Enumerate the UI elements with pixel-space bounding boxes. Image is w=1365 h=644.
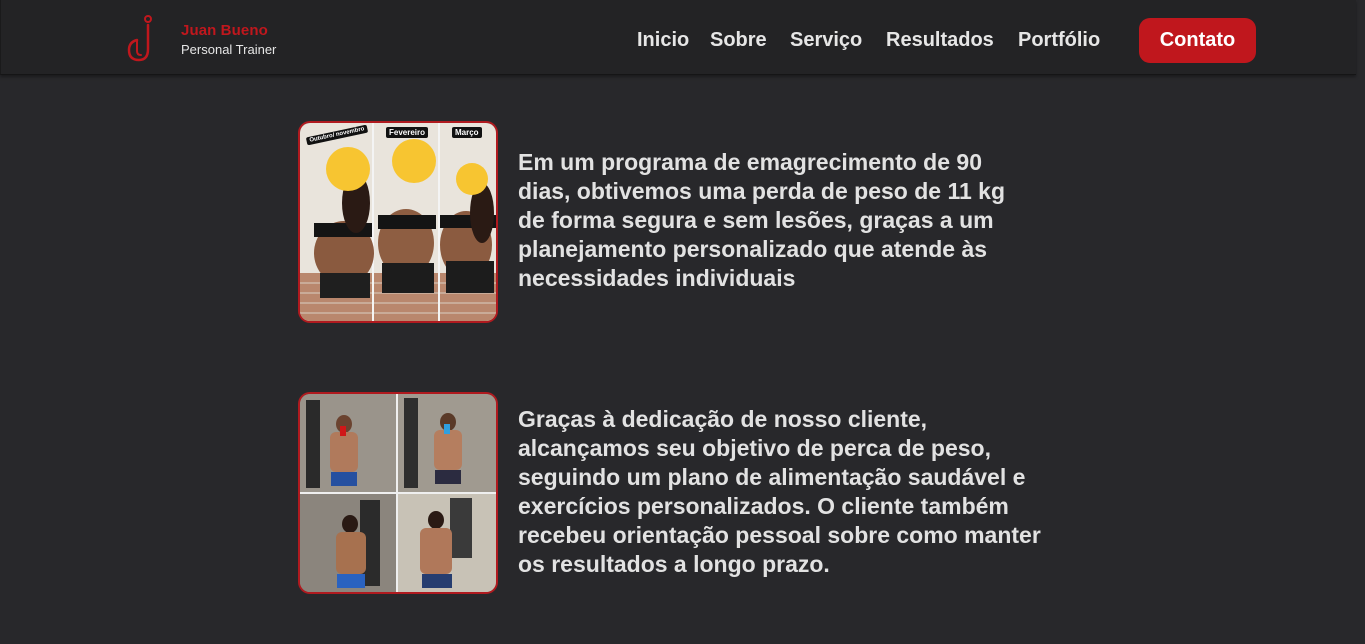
brand-subtitle: Personal Trainer: [181, 42, 277, 57]
nav-item-servico[interactable]: Serviço: [790, 29, 862, 52]
result-description: Em um programa de emagrecimento de 90 di…: [518, 149, 1005, 291]
before-after-photo: Outubro/ novembro Fevereiro Março: [298, 121, 498, 323]
nav-item-sobre[interactable]: Sobre: [710, 29, 767, 52]
emoji-grinning-icon: [456, 163, 488, 195]
site-header: Juan Bueno Personal Trainer Inicio Sobre…: [0, 0, 1356, 75]
nav-item-resultados[interactable]: Resultados: [886, 29, 994, 52]
photo-label-february: Fevereiro: [386, 127, 429, 138]
logo-icon[interactable]: [125, 13, 159, 63]
nav-item-inicio[interactable]: Inicio: [637, 29, 689, 52]
result-description: Graças à dedicação de nosso cliente, alc…: [518, 406, 1041, 577]
photo-label-march: Março: [452, 127, 482, 138]
brand-name: Juan Bueno: [181, 22, 268, 39]
contact-button[interactable]: Contato: [1139, 18, 1256, 63]
emoji-grimacing-icon: [392, 139, 436, 183]
emoji-crying-icon: [326, 147, 370, 191]
nav-item-portfolio[interactable]: Portfólio: [1018, 29, 1100, 52]
before-after-photo: [298, 392, 498, 594]
progress-photo-illustration: [300, 394, 496, 592]
